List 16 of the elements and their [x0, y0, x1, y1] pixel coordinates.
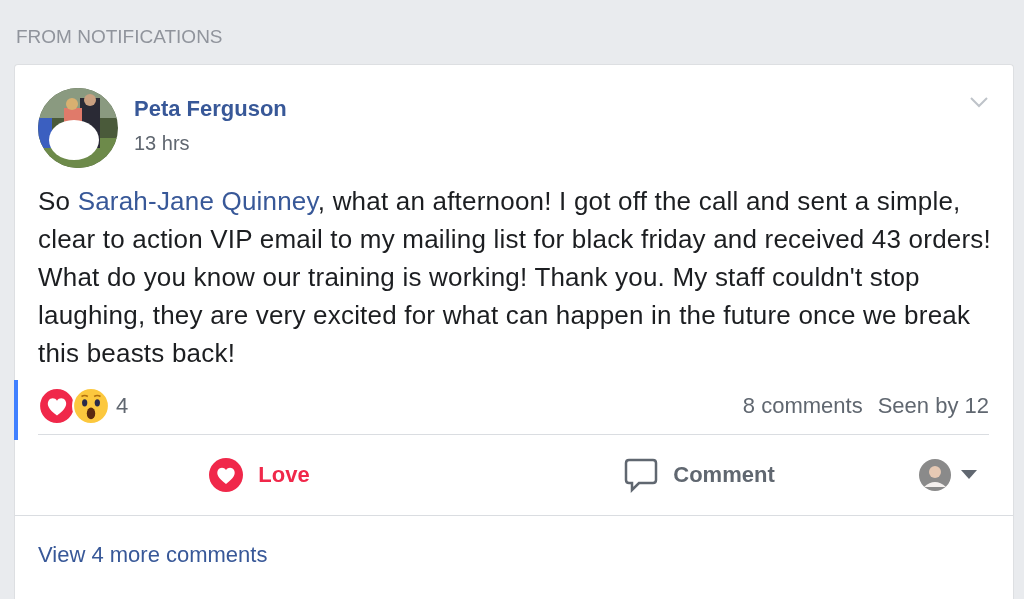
view-more-comments-link[interactable]: View 4 more comments [38, 542, 268, 567]
author-name[interactable]: Peta Ferguson [134, 96, 287, 121]
comment-count[interactable]: 8 comments [742, 393, 863, 419]
seen-by-count[interactable]: Seen by 12 [877, 393, 989, 419]
speech-bubble-icon [623, 457, 660, 493]
wow-reaction-icon [72, 387, 110, 425]
reaction-count[interactable]: 4 [116, 393, 129, 419]
post-text: So Sarah-Jane Quinney, what an afternoon! I got off the call and sent a simple, clear to action VIP email to my mailing list for black friday and received 43 orders! What do you know our training is working! Thank you. My staff couldn't stop laughing, they are very excited for what can happen in the future once we break this beasts back! [38, 185, 992, 370]
post-time[interactable]: 13 hrs [134, 132, 969, 155]
comment-button[interactable]: Comment [479, 447, 919, 503]
mention-link[interactable]: Sarah-Jane Quinney [77, 186, 318, 216]
avatar-icon [919, 459, 951, 491]
heart-reaction-icon [38, 387, 76, 425]
section-title: FROM NOTIFICATIONS [15, 25, 224, 49]
caret-icon [961, 470, 977, 480]
love-button[interactable]: Love [39, 447, 479, 503]
